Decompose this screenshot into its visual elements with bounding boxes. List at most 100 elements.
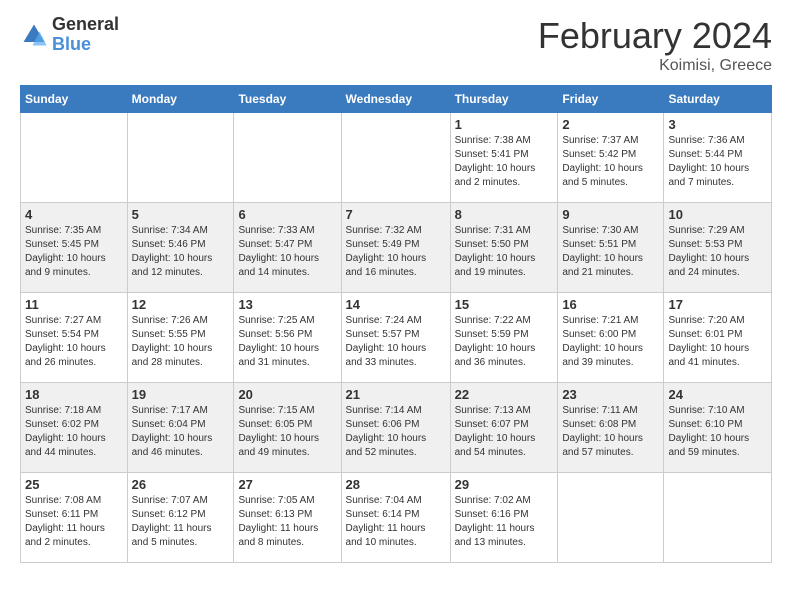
calendar-cell: 21 Sunrise: 7:14 AM Sunset: 6:06 PM Dayli…: [341, 383, 450, 473]
day-number: 1: [455, 117, 554, 132]
day-info: Sunrise: 7:21 AM Sunset: 6:00 PM Dayligh…: [562, 314, 659, 370]
day-info: Sunrise: 7:04 AM Sunset: 6:14 PM Dayligh…: [346, 494, 446, 550]
day-number: 10: [668, 207, 767, 222]
calendar-cell: 24 Sunrise: 7:10 AM Sunset: 6:10 PM Dayli…: [664, 383, 772, 473]
day-info: Sunrise: 7:18 AM Sunset: 6:02 PM Dayligh…: [25, 404, 123, 460]
calendar-week-4: 25 Sunrise: 7:08 AM Sunset: 6:11 PM Dayli…: [21, 473, 772, 563]
calendar-cell: 11Sunrise: 7:27 AM Sunset: 5:54 PM Dayli…: [21, 293, 128, 383]
day-info: Sunrise: 7:33 AM Sunset: 5:47 PM Dayligh…: [238, 224, 336, 280]
calendar-cell: 23 Sunrise: 7:11 AM Sunset: 6:08 PM Dayli…: [558, 383, 664, 473]
day-number: 20: [238, 387, 336, 402]
calendar-cell: 5 Sunrise: 7:34 AM Sunset: 5:46 PM Daylig…: [127, 203, 234, 293]
calendar-cell: 29 Sunrise: 7:02 AM Sunset: 6:16 PM Dayli…: [450, 473, 558, 563]
day-number: 28: [346, 477, 446, 492]
calendar-body: 1 Sunrise: 7:38 AM Sunset: 5:41 PM Daylig…: [21, 113, 772, 563]
day-number: 16: [562, 297, 659, 312]
calendar-cell: [127, 113, 234, 203]
calendar-cell: 19 Sunrise: 7:17 AM Sunset: 6:04 PM Dayli…: [127, 383, 234, 473]
location: Koimisi, Greece: [538, 57, 772, 75]
day-info: Sunrise: 7:02 AM Sunset: 6:16 PM Dayligh…: [455, 494, 554, 550]
day-info: Sunrise: 7:35 AM Sunset: 5:45 PM Dayligh…: [25, 224, 123, 280]
day-number: 8: [455, 207, 554, 222]
day-info: Sunrise: 7:24 AM Sunset: 5:57 PM Dayligh…: [346, 314, 446, 370]
day-number: 22: [455, 387, 554, 402]
logo-icon: [20, 21, 48, 49]
day-info: Sunrise: 7:05 AM Sunset: 6:13 PM Dayligh…: [238, 494, 336, 550]
day-info: Sunrise: 7:29 AM Sunset: 5:53 PM Dayligh…: [668, 224, 767, 280]
day-info: Sunrise: 7:07 AM Sunset: 6:12 PM Dayligh…: [132, 494, 230, 550]
day-info: Sunrise: 7:08 AM Sunset: 6:11 PM Dayligh…: [25, 494, 123, 550]
header-cell-monday: Monday: [127, 86, 234, 113]
day-info: Sunrise: 7:22 AM Sunset: 5:59 PM Dayligh…: [455, 314, 554, 370]
day-number: 25: [25, 477, 123, 492]
day-number: 17: [668, 297, 767, 312]
day-info: Sunrise: 7:34 AM Sunset: 5:46 PM Dayligh…: [132, 224, 230, 280]
title-block: February 2024 Koimisi, Greece: [538, 15, 772, 75]
calendar-week-0: 1 Sunrise: 7:38 AM Sunset: 5:41 PM Daylig…: [21, 113, 772, 203]
calendar-cell: 3Sunrise: 7:36 AM Sunset: 5:44 PM Daylig…: [664, 113, 772, 203]
day-number: 13: [238, 297, 336, 312]
calendar-cell: 26Sunrise: 7:07 AM Sunset: 6:12 PM Dayli…: [127, 473, 234, 563]
header: General Blue February 2024 Koimisi, Gree…: [20, 15, 772, 75]
day-info: Sunrise: 7:17 AM Sunset: 6:04 PM Dayligh…: [132, 404, 230, 460]
day-info: Sunrise: 7:38 AM Sunset: 5:41 PM Dayligh…: [455, 134, 554, 190]
day-number: 19: [132, 387, 230, 402]
day-number: 12: [132, 297, 230, 312]
calendar-cell: 27Sunrise: 7:05 AM Sunset: 6:13 PM Dayli…: [234, 473, 341, 563]
day-number: 21: [346, 387, 446, 402]
calendar-cell: [558, 473, 664, 563]
day-number: 29: [455, 477, 554, 492]
day-info: Sunrise: 7:26 AM Sunset: 5:55 PM Dayligh…: [132, 314, 230, 370]
day-number: 23: [562, 387, 659, 402]
day-info: Sunrise: 7:32 AM Sunset: 5:49 PM Dayligh…: [346, 224, 446, 280]
calendar-cell: 12 Sunrise: 7:26 AM Sunset: 5:55 PM Dayli…: [127, 293, 234, 383]
page-container: General Blue February 2024 Koimisi, Gree…: [0, 0, 792, 578]
day-number: 4: [25, 207, 123, 222]
day-number: 9: [562, 207, 659, 222]
header-cell-thursday: Thursday: [450, 86, 558, 113]
logo-blue-text: Blue: [52, 35, 119, 55]
header-row: SundayMondayTuesdayWednesdayThursdayFrid…: [21, 86, 772, 113]
calendar-cell: 13 Sunrise: 7:25 AM Sunset: 5:56 PM Dayli…: [234, 293, 341, 383]
logo: General Blue: [20, 15, 119, 55]
day-info: Sunrise: 7:10 AM Sunset: 6:10 PM Dayligh…: [668, 404, 767, 460]
calendar-header: SundayMondayTuesdayWednesdayThursdayFrid…: [21, 86, 772, 113]
calendar-cell: 17 Sunrise: 7:20 AM Sunset: 6:01 PM Dayli…: [664, 293, 772, 383]
calendar-cell: [21, 113, 128, 203]
day-info: Sunrise: 7:20 AM Sunset: 6:01 PM Dayligh…: [668, 314, 767, 370]
calendar-table: SundayMondayTuesdayWednesdayThursdayFrid…: [20, 85, 772, 563]
calendar-cell: [664, 473, 772, 563]
month-title: February 2024: [538, 15, 772, 57]
day-info: Sunrise: 7:15 AM Sunset: 6:05 PM Dayligh…: [238, 404, 336, 460]
calendar-cell: 20 Sunrise: 7:15 AM Sunset: 6:05 PM Dayli…: [234, 383, 341, 473]
calendar-cell: 1 Sunrise: 7:38 AM Sunset: 5:41 PM Daylig…: [450, 113, 558, 203]
header-cell-wednesday: Wednesday: [341, 86, 450, 113]
day-info: Sunrise: 7:25 AM Sunset: 5:56 PM Dayligh…: [238, 314, 336, 370]
header-cell-sunday: Sunday: [21, 86, 128, 113]
day-info: Sunrise: 7:37 AM Sunset: 5:42 PM Dayligh…: [562, 134, 659, 190]
day-number: 24: [668, 387, 767, 402]
calendar-cell: [341, 113, 450, 203]
day-info: Sunrise: 7:36 AM Sunset: 5:44 PM Dayligh…: [668, 134, 767, 190]
day-info: Sunrise: 7:27 AM Sunset: 5:54 PM Dayligh…: [25, 314, 123, 370]
calendar-cell: 6Sunrise: 7:33 AM Sunset: 5:47 PM Daylig…: [234, 203, 341, 293]
calendar-cell: 8Sunrise: 7:31 AM Sunset: 5:50 PM Daylig…: [450, 203, 558, 293]
calendar-week-1: 4 Sunrise: 7:35 AM Sunset: 5:45 PM Daylig…: [21, 203, 772, 293]
calendar-week-2: 11Sunrise: 7:27 AM Sunset: 5:54 PM Dayli…: [21, 293, 772, 383]
day-number: 7: [346, 207, 446, 222]
header-cell-friday: Friday: [558, 86, 664, 113]
day-number: 2: [562, 117, 659, 132]
day-number: 18: [25, 387, 123, 402]
day-info: Sunrise: 7:11 AM Sunset: 6:08 PM Dayligh…: [562, 404, 659, 460]
calendar-cell: 14 Sunrise: 7:24 AM Sunset: 5:57 PM Dayli…: [341, 293, 450, 383]
day-number: 14: [346, 297, 446, 312]
calendar-cell: 22Sunrise: 7:13 AM Sunset: 6:07 PM Dayli…: [450, 383, 558, 473]
calendar-cell: 25 Sunrise: 7:08 AM Sunset: 6:11 PM Dayli…: [21, 473, 128, 563]
day-info: Sunrise: 7:14 AM Sunset: 6:06 PM Dayligh…: [346, 404, 446, 460]
day-number: 15: [455, 297, 554, 312]
calendar-cell: 4 Sunrise: 7:35 AM Sunset: 5:45 PM Daylig…: [21, 203, 128, 293]
header-cell-saturday: Saturday: [664, 86, 772, 113]
logo-general-text: General: [52, 15, 119, 35]
day-number: 5: [132, 207, 230, 222]
calendar-cell: 10 Sunrise: 7:29 AM Sunset: 5:53 PM Dayli…: [664, 203, 772, 293]
